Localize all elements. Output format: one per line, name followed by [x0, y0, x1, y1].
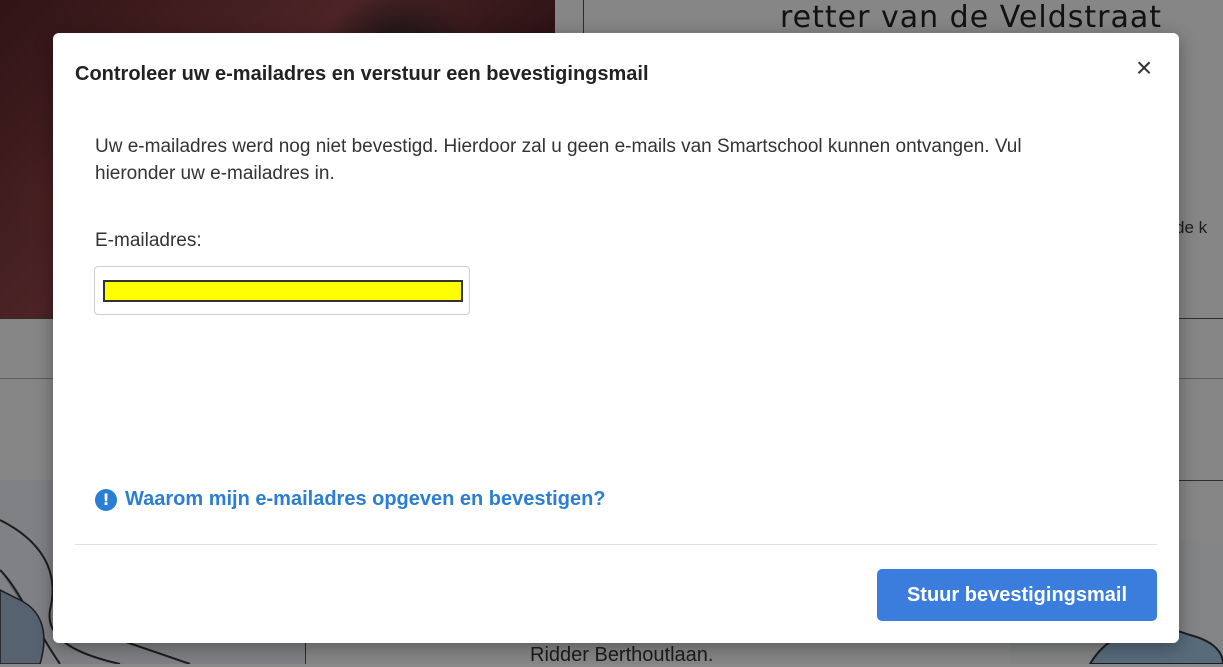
email-label: E-mailadres: — [95, 230, 202, 251]
email-confirmation-dialog: Controleer uw e-mailadres en verstuur ee… — [53, 33, 1179, 643]
send-confirmation-button[interactable]: Stuur bevestigingsmail — [877, 569, 1157, 621]
close-icon[interactable]: × — [1131, 54, 1157, 82]
dialog-message: Uw e-mailadres werd nog niet bevestigd. … — [95, 136, 1022, 184]
help-link-label: Waarom mijn e-mailadres opgeven en beves… — [125, 488, 606, 510]
footer-divider — [75, 544, 1157, 545]
email-field[interactable] — [103, 280, 463, 302]
email-field-wrapper — [94, 266, 470, 315]
dialog-title: Controleer uw e-mailadres en verstuur ee… — [75, 63, 649, 85]
help-link[interactable]: ! Waarom mijn e-mailadres opgeven en bev… — [95, 488, 606, 511]
info-circle-icon: ! — [95, 488, 117, 511]
